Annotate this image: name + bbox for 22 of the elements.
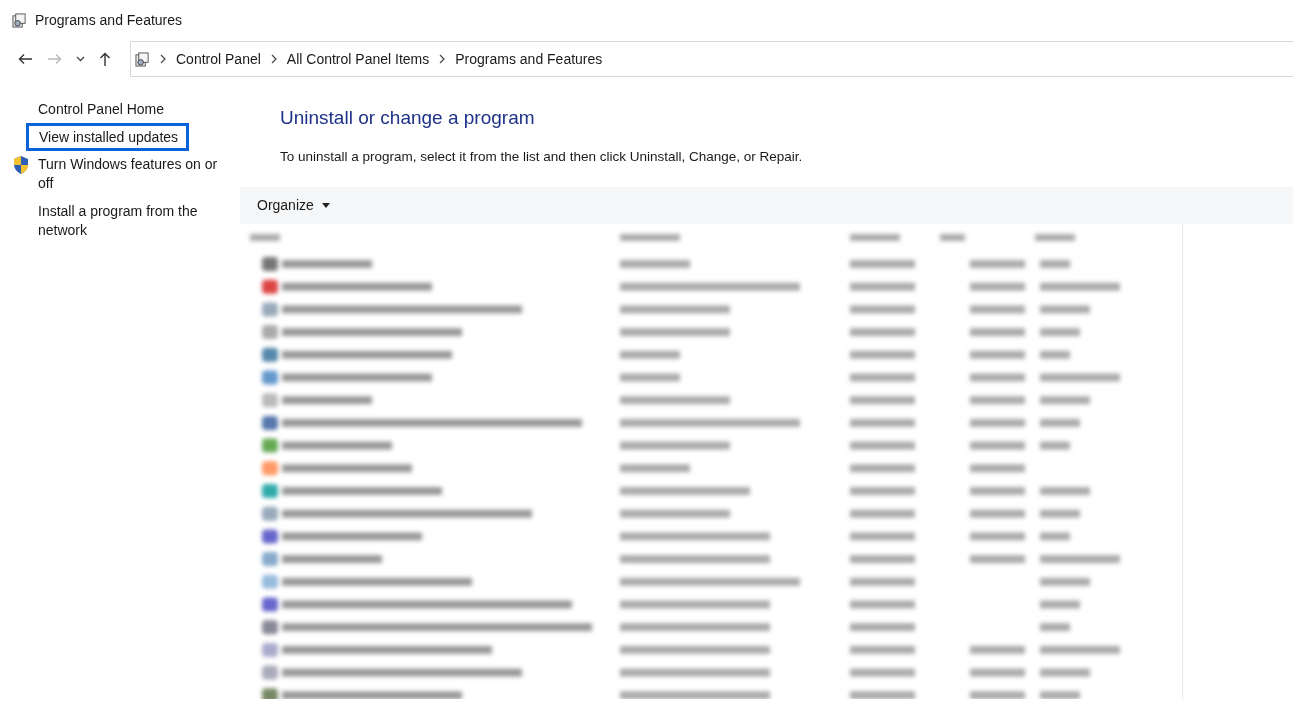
chevron-right-icon (159, 54, 167, 64)
sidebar-link[interactable]: Turn Windows features on or off (38, 155, 224, 193)
page-heading: Uninstall or change a program (280, 106, 536, 130)
shield-icon (12, 155, 30, 175)
address-bar[interactable]: Control Panel All Control Panel Items Programs and Features (130, 41, 1293, 77)
window-title: Programs and Features (35, 10, 183, 30)
sidebar-link[interactable]: Install a program from the network (38, 202, 224, 240)
sidebar-link[interactable]: Control Panel Home (38, 100, 165, 119)
back-arrow-icon[interactable] (18, 53, 33, 65)
breadcrumb-item[interactable]: Control Panel (176, 48, 261, 70)
chevron-right-icon (269, 54, 278, 64)
breadcrumb-item[interactable]: Programs and Features (455, 48, 603, 70)
up-arrow-icon[interactable] (99, 51, 111, 67)
instruction-text: To uninstall a program, select it from the list and then click Uninstall, Change, or Repair. (280, 147, 804, 166)
sidebar-link[interactable]: View installed updates (26, 123, 190, 151)
dropdown-caret-icon[interactable] (76, 56, 85, 62)
breadcrumb-item[interactable]: All Control Panel Items (286, 48, 430, 70)
caret-icon (321, 202, 330, 208)
control-panel-icon (12, 12, 27, 28)
control-panel-icon (135, 51, 150, 67)
organize-button[interactable]: Organize (257, 194, 330, 216)
chevron-right-icon (438, 54, 447, 64)
